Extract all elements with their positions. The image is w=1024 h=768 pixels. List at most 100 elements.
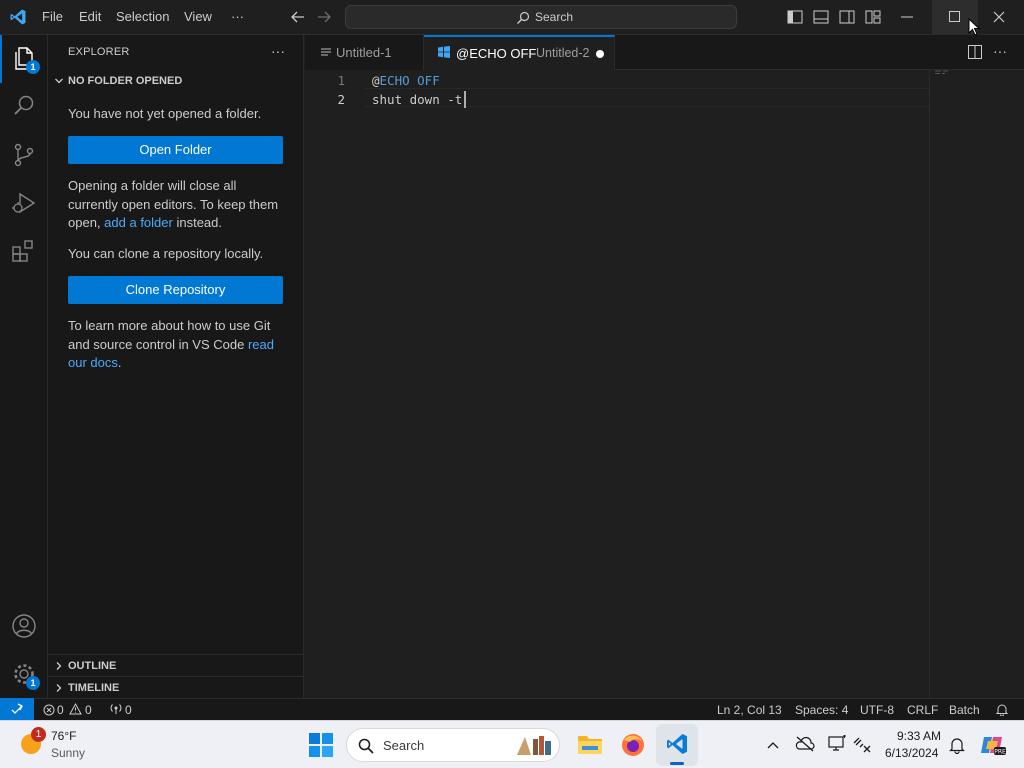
search-icon <box>516 11 530 25</box>
explorer-sidebar: EXPLORER ··· NO FOLDER OPENED You have n… <box>48 35 304 698</box>
menu-view[interactable]: View <box>184 9 212 24</box>
search-icon[interactable] <box>12 94 36 118</box>
back-arrow-icon[interactable] <box>290 10 306 24</box>
copilot-icon[interactable]: PRE <box>980 733 1006 757</box>
end-of-line[interactable]: CRLF <box>907 703 938 717</box>
error-count[interactable]: 0 <box>57 703 64 717</box>
at-sign: @ <box>372 73 380 88</box>
timeline-label: TIMELINE <box>68 682 120 694</box>
menu-file[interactable]: File <box>42 9 63 24</box>
opening-folder-text: Opening a folder will close all currentl… <box>68 177 286 233</box>
file-lines-icon <box>321 48 331 58</box>
source-control-icon[interactable] <box>12 142 36 168</box>
taskbar-search[interactable]: Search <box>346 728 560 762</box>
network-disconnected-icon[interactable] <box>853 736 873 754</box>
tab-description: Untitled-2 <box>536 46 590 60</box>
svg-text:PRE: PRE <box>994 749 1006 756</box>
menu-edit[interactable]: Edit <box>79 9 101 24</box>
weather-temperature[interactable]: 76°F <box>51 729 76 743</box>
clone-text: You can clone a repository locally. <box>68 246 264 261</box>
language-mode[interactable]: Batch <box>949 703 980 717</box>
indentation[interactable]: Spaces: 4 <box>795 703 848 717</box>
active-app-indicator <box>670 762 684 765</box>
line-number: 1 <box>337 73 345 88</box>
error-icon[interactable] <box>43 704 55 716</box>
minimap-divider <box>929 70 930 698</box>
keyword-token: ECHO OFF <box>379 73 440 88</box>
sidebar-more-icon[interactable]: ··· <box>271 43 285 59</box>
ports-count[interactable]: 0 <box>125 703 132 717</box>
editor-tabs: Untitled-1 @ECHO OFF Untitled-2 ··· <box>305 35 1024 71</box>
onedrive-offline-icon[interactable] <box>795 736 815 752</box>
bell-icon[interactable] <box>996 703 1008 716</box>
menu-selection[interactable]: Selection <box>116 9 169 24</box>
code-line: @ECHO OFF <box>372 73 440 88</box>
add-folder-link[interactable]: add a folder <box>104 215 173 230</box>
file-explorer-icon[interactable] <box>577 732 603 756</box>
clone-repository-button[interactable]: Clone Repository <box>68 276 283 304</box>
activity-bar: 1 1 <box>0 35 48 698</box>
toggle-secondary-sidebar-icon[interactable] <box>839 10 855 24</box>
clock-time[interactable]: 9:33 AM <box>897 729 941 743</box>
windows-taskbar: 1 76°F Sunny Search 9:33 AM 6/13/2024 PR… <box>0 720 1024 768</box>
settings-badge: 1 <box>26 676 40 690</box>
active-indicator <box>0 35 2 83</box>
weather-condition[interactable]: Sunny <box>51 746 85 760</box>
vscode-icon <box>665 732 689 756</box>
warning-icon[interactable] <box>69 703 82 715</box>
no-folder-section-title[interactable]: NO FOLDER OPENED <box>68 75 182 87</box>
accounts-icon[interactable] <box>11 613 37 639</box>
code-editor[interactable]: 1 @ECHO OFF 2 shut down -t <box>305 70 1024 698</box>
unsaved-dot-icon[interactable] <box>596 50 604 58</box>
learn-text-part: To learn more about how to use Git and s… <box>68 318 271 352</box>
mouse-cursor-icon <box>968 18 980 36</box>
tab-untitled-2[interactable]: @ECHO OFF Untitled-2 <box>424 35 615 71</box>
menu-more[interactable]: ··· <box>231 9 244 24</box>
editor-more-icon[interactable]: ··· <box>993 43 1007 59</box>
chevron-down-icon[interactable] <box>54 76 64 86</box>
minimap[interactable] <box>935 70 949 75</box>
chevron-right-icon <box>54 683 64 693</box>
warning-count[interactable]: 0 <box>85 703 92 717</box>
tab-untitled-1[interactable]: Untitled-1 <box>305 35 424 70</box>
firefox-icon[interactable] <box>620 732 646 758</box>
chevron-up-icon[interactable] <box>767 741 779 749</box>
maximize-icon <box>949 11 960 22</box>
weather-badge: 1 <box>31 727 46 742</box>
toggle-panel-icon[interactable] <box>813 10 829 24</box>
remote-icon <box>11 703 23 715</box>
split-editor-icon[interactable] <box>968 45 982 59</box>
vscode-logo-icon <box>9 8 27 26</box>
clock-date[interactable]: 6/13/2024 <box>885 746 938 760</box>
cursor-position[interactable]: Ln 2, Col 13 <box>717 703 782 717</box>
notification-bell-icon[interactable] <box>949 736 965 754</box>
tab-label: @ECHO OFF <box>456 46 537 61</box>
taskbar-search-label: Search <box>383 738 425 753</box>
vscode-taskbar-button[interactable] <box>656 724 698 766</box>
outline-label: OUTLINE <box>68 660 117 672</box>
opening-text-part-2: instead. <box>176 215 223 230</box>
command-center-search[interactable]: Search <box>345 5 737 29</box>
outline-section[interactable]: OUTLINE <box>48 654 303 676</box>
open-folder-button[interactable]: Open Folder <box>68 136 283 164</box>
forward-arrow-icon[interactable] <box>316 10 332 24</box>
windows-batch-icon <box>438 46 450 58</box>
timeline-section[interactable]: TIMELINE <box>48 676 303 698</box>
run-debug-icon[interactable] <box>11 190 37 216</box>
close-icon[interactable] <box>993 11 1005 23</box>
tab-label: Untitled-1 <box>336 45 392 60</box>
toggle-primary-sidebar-icon[interactable] <box>787 10 803 24</box>
line-number: 2 <box>337 92 345 107</box>
learn-text-end: . <box>117 355 122 370</box>
encoding[interactable]: UTF-8 <box>860 703 894 717</box>
display-icon[interactable] <box>828 735 848 753</box>
extensions-icon[interactable] <box>11 238 37 264</box>
search-icon <box>358 738 374 754</box>
customize-layout-icon[interactable] <box>865 10 881 24</box>
learn-git-text: To learn more about how to use Git and s… <box>68 317 286 373</box>
ports-icon[interactable] <box>109 703 123 715</box>
remote-button[interactable] <box>0 698 34 720</box>
opening-text-part-1: Opening a folder will close all currentl… <box>68 178 279 230</box>
minimize-icon[interactable] <box>901 16 913 18</box>
windows-start-icon[interactable] <box>309 733 333 757</box>
